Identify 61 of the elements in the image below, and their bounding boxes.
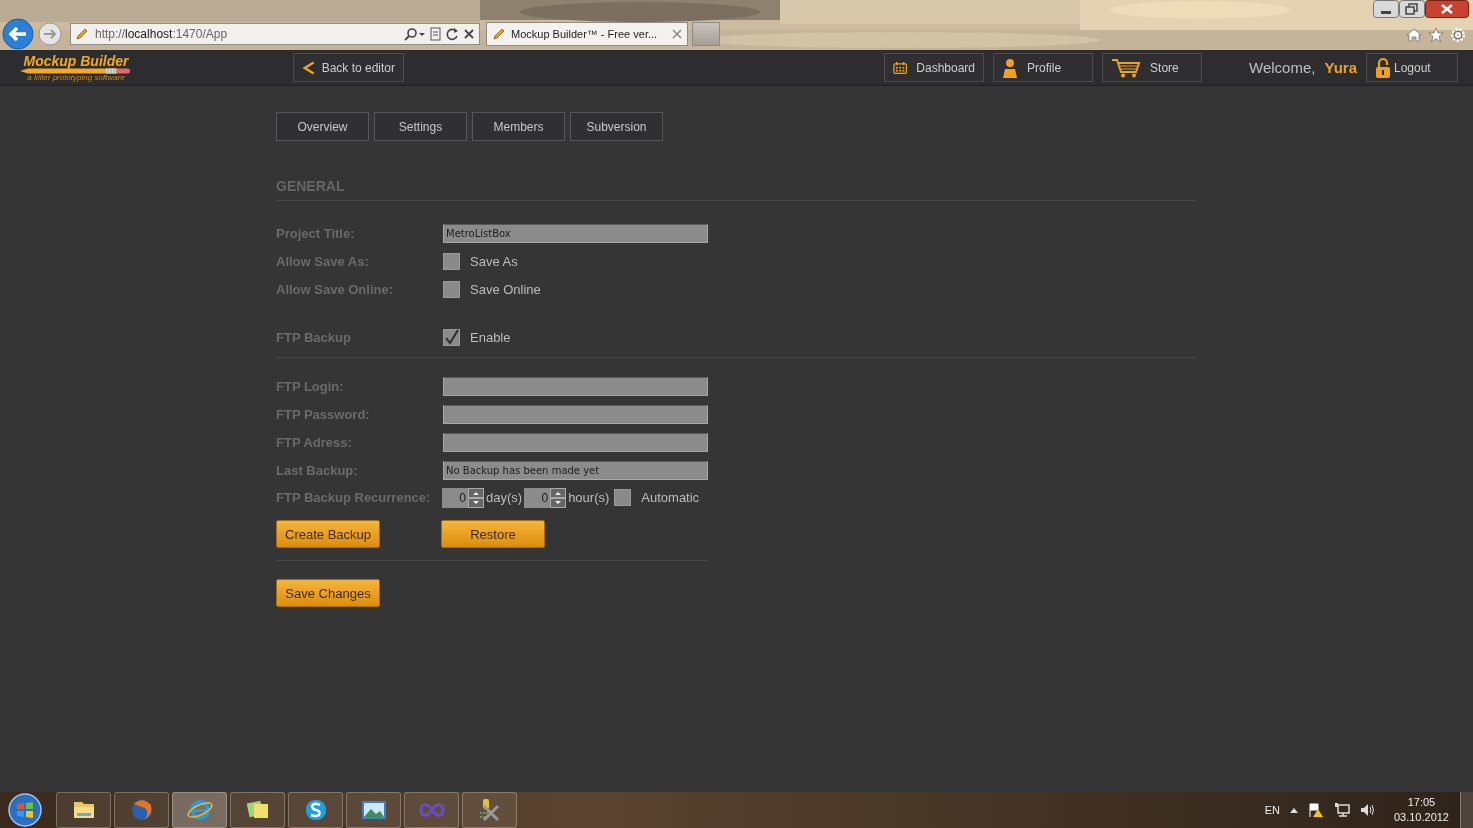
page-tab[interactable]: Members bbox=[472, 112, 565, 141]
input-field[interactable]: No Backup has been made yet bbox=[443, 461, 708, 480]
logo-title: Mockup Builder bbox=[23, 54, 129, 68]
checkbox-label: Save Online bbox=[470, 282, 541, 297]
page-tab[interactable]: Settings bbox=[374, 112, 467, 141]
minimize-icon[interactable] bbox=[1373, 0, 1399, 18]
refresh-icon[interactable] bbox=[446, 27, 459, 41]
checkbox-label: Save As bbox=[470, 254, 518, 269]
star-icon[interactable] bbox=[1428, 27, 1444, 43]
browser-tab[interactable]: Mockup Builder™ - Free ver... bbox=[486, 22, 688, 46]
welcome-text: Welcome, bbox=[1249, 59, 1316, 76]
settings-icon[interactable] bbox=[1450, 27, 1466, 43]
flag-warning-icon[interactable] bbox=[1307, 802, 1324, 818]
action-button[interactable]: Restore bbox=[441, 520, 545, 548]
number-field[interactable]: 0 bbox=[524, 487, 551, 508]
input-field[interactable] bbox=[443, 433, 708, 452]
stop-icon[interactable] bbox=[463, 27, 475, 41]
checkbox-label: Automatic bbox=[641, 490, 700, 505]
clock-time[interactable]: 17:05 bbox=[1393, 795, 1449, 810]
restore-icon[interactable] bbox=[1399, 0, 1425, 18]
person-icon bbox=[1002, 57, 1019, 78]
up-down-arrows-icon[interactable] bbox=[550, 487, 567, 508]
checkbox-label: Enable bbox=[470, 330, 511, 345]
search-icon[interactable] bbox=[404, 27, 426, 41]
nav-button[interactable]: Profile bbox=[993, 53, 1094, 82]
input-field[interactable]: MetroListBox bbox=[443, 224, 708, 243]
logo-tagline: a killer prototyping software bbox=[27, 74, 125, 81]
logout-button[interactable]: Logout bbox=[1366, 53, 1458, 82]
checkbox[interactable] bbox=[443, 281, 460, 298]
start-button[interactable] bbox=[5, 792, 45, 828]
padlock-icon bbox=[1375, 56, 1391, 79]
unit-label: day(s) bbox=[486, 490, 523, 505]
close-icon[interactable] bbox=[1425, 0, 1469, 18]
checkbox[interactable] bbox=[443, 329, 460, 346]
nav-button[interactable]: Store bbox=[1102, 53, 1203, 82]
input-field[interactable] bbox=[443, 405, 708, 424]
checkbox[interactable] bbox=[443, 253, 460, 270]
pencil-icon bbox=[75, 27, 89, 41]
language-indicator[interactable]: EN bbox=[1264, 804, 1280, 816]
pencil-icon bbox=[492, 27, 506, 41]
back-to-editor-button[interactable]: Back to editor bbox=[293, 53, 404, 82]
nav-button[interactable]: Dashboard bbox=[884, 53, 985, 82]
url-text: http://localhost:1470/App bbox=[95, 27, 229, 41]
tab-title: Mockup Builder™ - Free ver... bbox=[511, 28, 659, 40]
speaker-icon[interactable] bbox=[1359, 802, 1376, 818]
action-button[interactable]: Create Backup bbox=[276, 520, 380, 548]
home-icon[interactable] bbox=[1406, 27, 1422, 43]
up-down-arrows-icon[interactable] bbox=[468, 487, 484, 508]
page-tab[interactable]: Subversion bbox=[570, 112, 663, 141]
unit-label: hour(s) bbox=[568, 490, 610, 505]
cart-icon bbox=[1111, 57, 1142, 78]
save-changes-button[interactable]: Save Changes bbox=[276, 579, 380, 607]
user-name: Yura bbox=[1324, 59, 1357, 76]
up-caret-icon[interactable] bbox=[1289, 807, 1298, 813]
clock-date[interactable]: 03.10.2012 bbox=[1393, 810, 1449, 825]
address-bar[interactable]: http://localhost:1470/App bbox=[70, 23, 480, 45]
number-field[interactable]: 0 bbox=[442, 487, 468, 508]
checkbox[interactable] bbox=[614, 489, 632, 506]
page-tab[interactable]: Overview bbox=[276, 112, 369, 141]
input-field[interactable] bbox=[443, 377, 708, 396]
network-icon[interactable] bbox=[1333, 802, 1350, 818]
